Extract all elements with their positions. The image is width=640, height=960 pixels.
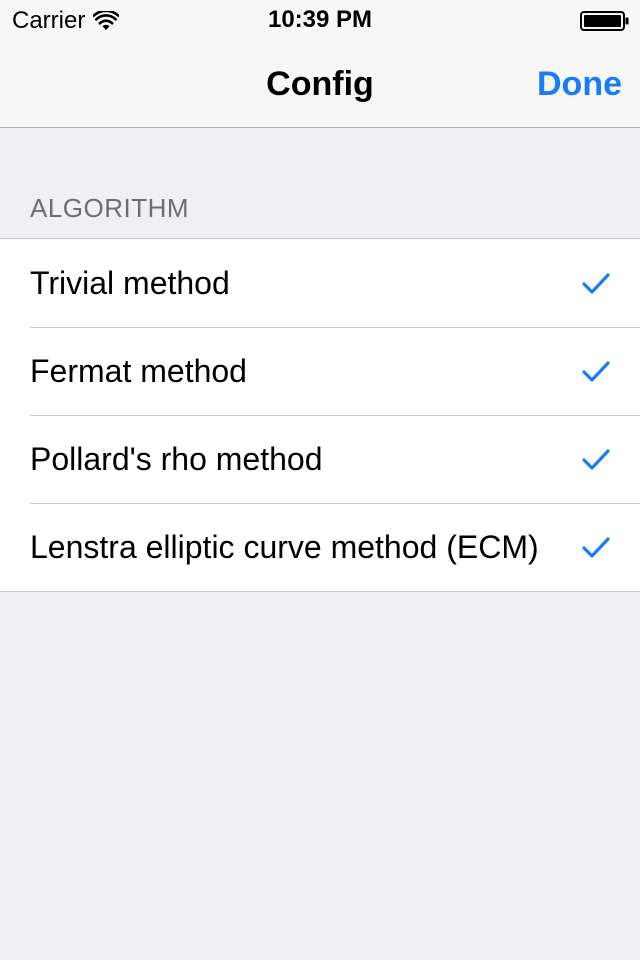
list-item-label: Trivial method [30,265,230,301]
list-item-label: Fermat method [30,353,247,389]
algorithm-list: Trivial method Fermat method Pollard's r… [0,238,640,592]
list-item-fermat-method[interactable]: Fermat method [0,327,640,415]
checkmark-icon [582,537,610,559]
navigation-bar: Config Done [0,40,640,128]
list-item-label: Pollard's rho method [30,441,323,477]
top-bar: Carrier 10:39 PM Config Done [0,0,640,128]
status-bar: Carrier 10:39 PM [0,0,640,40]
list-item-label: Lenstra elliptic curve method (ECM) [30,529,539,565]
list-item-pollards-rho-method[interactable]: Pollard's rho method [0,415,640,503]
section-header-algorithm: ALGORITHM [30,193,190,223]
checkmark-icon [582,449,610,471]
checkmark-icon [582,273,610,295]
battery-icon [580,11,630,31]
checkmark-icon [582,361,610,383]
done-button[interactable]: Done [537,65,622,103]
list-item-trivial-method[interactable]: Trivial method [0,239,640,327]
status-time: 10:39 PM [267,6,373,33]
list-item-lenstra-ecm[interactable]: Lenstra elliptic curve method (ECM) [0,503,640,591]
